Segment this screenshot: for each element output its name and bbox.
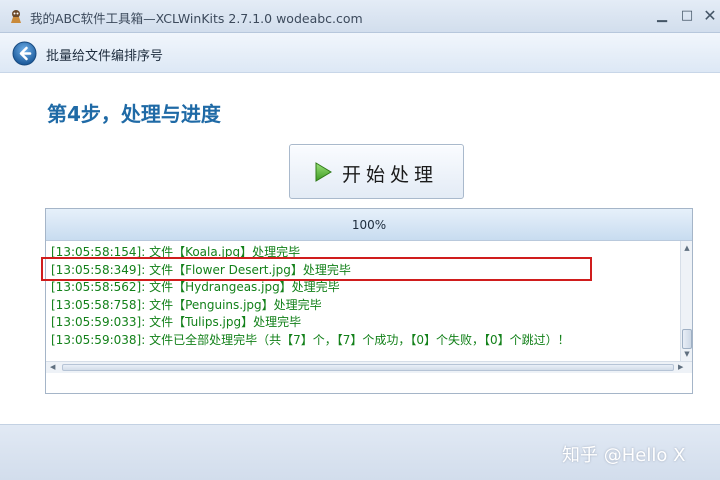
log-summary-line: [13:05:59:038]: 文件已全部处理完毕（共【7】个，【7】个成功，【… — [51, 332, 570, 347]
back-arrow-icon[interactable] — [12, 41, 37, 66]
maximize-button[interactable]: □ — [677, 6, 697, 26]
scroll-thumb[interactable] — [682, 329, 692, 349]
page-title: 批量给文件编排序号 — [46, 49, 164, 64]
vertical-scrollbar[interactable]: ▲ ▼ — [680, 241, 692, 361]
horizontal-scrollbar[interactable]: ◀ ▶ — [46, 361, 692, 373]
nav-header: 批量给文件编排序号 — [0, 33, 720, 73]
log-line: [13:05:58:562]: 文件【Hydrangeas.jpg】处理完毕 — [51, 280, 340, 294]
scroll-down-icon[interactable]: ▼ — [682, 349, 692, 359]
summary-highlight-box — [41, 257, 592, 281]
progress-bar: 100% — [46, 209, 692, 241]
horizontal-scroll-thumb[interactable] — [62, 364, 674, 371]
footer-bar: 知乎 @Hello X — [0, 424, 720, 480]
scroll-right-icon[interactable]: ▶ — [678, 362, 688, 373]
play-icon — [315, 162, 332, 182]
step-title: 第4步，处理与进度 — [47, 102, 221, 126]
scroll-left-icon[interactable]: ◀ — [50, 362, 60, 373]
log-panel: 100% [13:05:58:154]: 文件【Koala.jpg】处理完毕 [… — [45, 208, 693, 394]
app-icon — [11, 10, 21, 23]
window-title: 我的ABC软件工具箱—XCLWinKits 2.7.1.0 wodeabc.co… — [30, 11, 363, 26]
main-content: 第4步，处理与进度 开始处理 100% [13:05:58:154]: 文件【K… — [0, 74, 720, 424]
minimize-button[interactable]: ▁ — [652, 6, 672, 26]
watermark-text: 知乎 @Hello X — [562, 445, 686, 466]
scroll-up-icon[interactable]: ▲ — [682, 243, 692, 253]
progress-text: 100% — [351, 218, 387, 232]
close-button[interactable]: ✕ — [700, 6, 720, 26]
start-process-button[interactable]: 开始处理 — [289, 144, 464, 199]
title-bar: 我的ABC软件工具箱—XCLWinKits 2.7.1.0 wodeabc.co… — [0, 0, 720, 33]
log-line: [13:05:58:758]: 文件【Penguins.jpg】处理完毕 — [51, 297, 322, 312]
log-line: [13:05:59:033]: 文件【Tulips.jpg】处理完毕 — [51, 315, 302, 329]
start-button-label: 开始处理 — [342, 164, 439, 186]
